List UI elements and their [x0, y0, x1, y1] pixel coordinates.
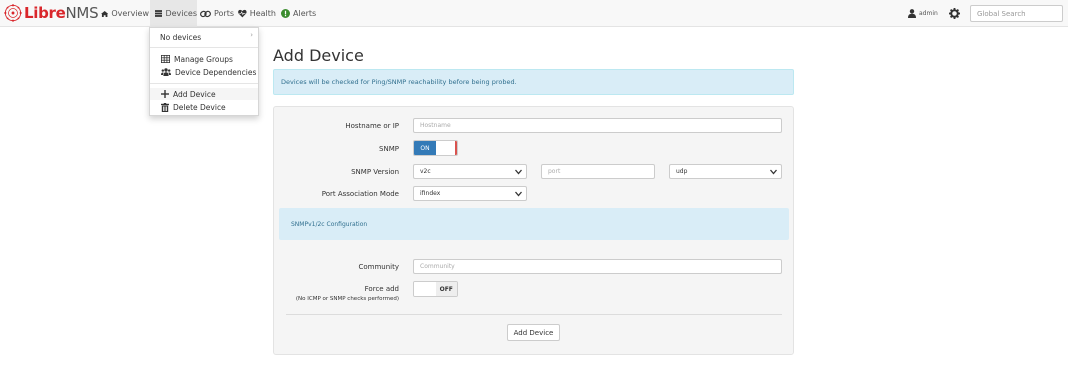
menu-delete-device-label: Delete Device [173, 102, 226, 112]
nav-ports[interactable]: Ports [200, 0, 234, 27]
table-icon [161, 55, 170, 63]
menu-no-devices[interactable]: No devices › [150, 31, 258, 43]
force-add-toggle[interactable]: OFF [413, 281, 458, 297]
plus-icon [161, 90, 169, 98]
force-add-toggle-handle [414, 282, 436, 296]
menu-manage-groups[interactable]: Manage Groups [150, 53, 258, 65]
menu-device-dependencies-label: Device Dependencies [175, 67, 257, 77]
chevron-right-icon: › [250, 31, 253, 39]
logo-text-libre: Libre [24, 4, 66, 22]
info-alert: Devices will be checked for Ping/SNMP re… [273, 69, 794, 95]
snmp-transport-value: udp [676, 168, 688, 175]
chevron-down-icon [515, 169, 522, 175]
logo-text-nms: NMS [65, 4, 99, 22]
nav-alerts-label: Alerts [293, 9, 317, 18]
nav-ports-label: Ports [213, 9, 234, 18]
hostname-input[interactable] [413, 118, 782, 133]
nav-alerts[interactable]: Alerts [281, 0, 317, 27]
page-title: Add Device [273, 46, 364, 65]
nav-overview[interactable]: Overview [101, 0, 149, 27]
force-add-toggle-off: OFF [435, 282, 457, 296]
snmp-toggle[interactable]: ON [413, 140, 458, 156]
snmp-toggle-on: ON [414, 141, 436, 155]
nav-health-label: Health [249, 9, 276, 18]
menu-divider [150, 83, 258, 84]
menu-no-devices-label: No devices [160, 32, 202, 42]
user-menu[interactable]: admin [908, 0, 938, 27]
menu-device-dependencies[interactable]: Device Dependencies [150, 66, 258, 78]
user-icon [908, 9, 916, 18]
chevron-down-icon [770, 169, 777, 175]
logo-text: LibreNMS [24, 4, 99, 22]
global-search-input[interactable] [970, 5, 1063, 22]
server-icon [155, 10, 163, 17]
librenms-logo-icon [4, 4, 22, 22]
snmp-label: SNMP [379, 145, 399, 153]
snmp-transport-select[interactable]: udp [669, 164, 782, 179]
chevron-down-icon [515, 191, 522, 197]
snmp-toggle-handle [436, 141, 457, 155]
home-icon [101, 10, 109, 17]
librenms-logo[interactable]: LibreNMS [4, 3, 99, 23]
user-name: admin [919, 10, 938, 17]
snmp-port-input[interactable] [541, 164, 655, 179]
add-device-form: Hostname or IP SNMP ON SNMP Version v2c … [273, 106, 794, 355]
menu-add-device-label: Add Device [173, 89, 216, 99]
menu-add-device[interactable]: Add Device [150, 88, 258, 100]
add-device-button[interactable]: Add Device [507, 324, 560, 341]
trash-icon [161, 102, 169, 112]
top-navbar: LibreNMS Overview Devices Ports Health A… [0, 0, 1068, 27]
hostname-label: Hostname or IP [345, 122, 399, 130]
form-divider [286, 314, 782, 315]
port-association-label: Port Association Mode [321, 190, 399, 198]
snmp-version-select[interactable]: v2c [413, 164, 527, 179]
link-icon [200, 10, 211, 17]
heartbeat-icon [238, 9, 247, 18]
port-association-select[interactable]: ifIndex [413, 186, 527, 201]
users-icon [161, 68, 171, 76]
exclamation-circle-icon [281, 9, 290, 18]
snmp-version-value: v2c [420, 168, 431, 175]
menu-divider [150, 47, 258, 48]
port-association-value: ifIndex [420, 190, 441, 197]
info-alert-text: Devices will be checked for Ping/SNMP re… [281, 78, 517, 86]
nav-health[interactable]: Health [238, 0, 276, 27]
snmp-version-label: SNMP Version [351, 168, 399, 176]
force-add-hint: (No ICMP or SNMP checks performed) [295, 296, 399, 302]
menu-delete-device[interactable]: Delete Device [150, 101, 258, 113]
devices-dropdown-menu: No devices › Manage Groups Device Depend… [149, 27, 259, 116]
community-input[interactable] [413, 259, 782, 274]
menu-manage-groups-label: Manage Groups [174, 54, 233, 64]
gear-icon[interactable] [949, 8, 960, 19]
nav-devices-label: Devices [165, 9, 197, 18]
nav-devices[interactable]: Devices [150, 0, 197, 27]
community-label: Community [358, 263, 399, 271]
force-add-label: Force add [364, 285, 399, 293]
snmp-config-heading: SNMPv1/2c Configuration [279, 208, 789, 240]
nav-overview-label: Overview [111, 9, 149, 18]
snmp-config-heading-text: SNMPv1/2c Configuration [291, 220, 368, 228]
